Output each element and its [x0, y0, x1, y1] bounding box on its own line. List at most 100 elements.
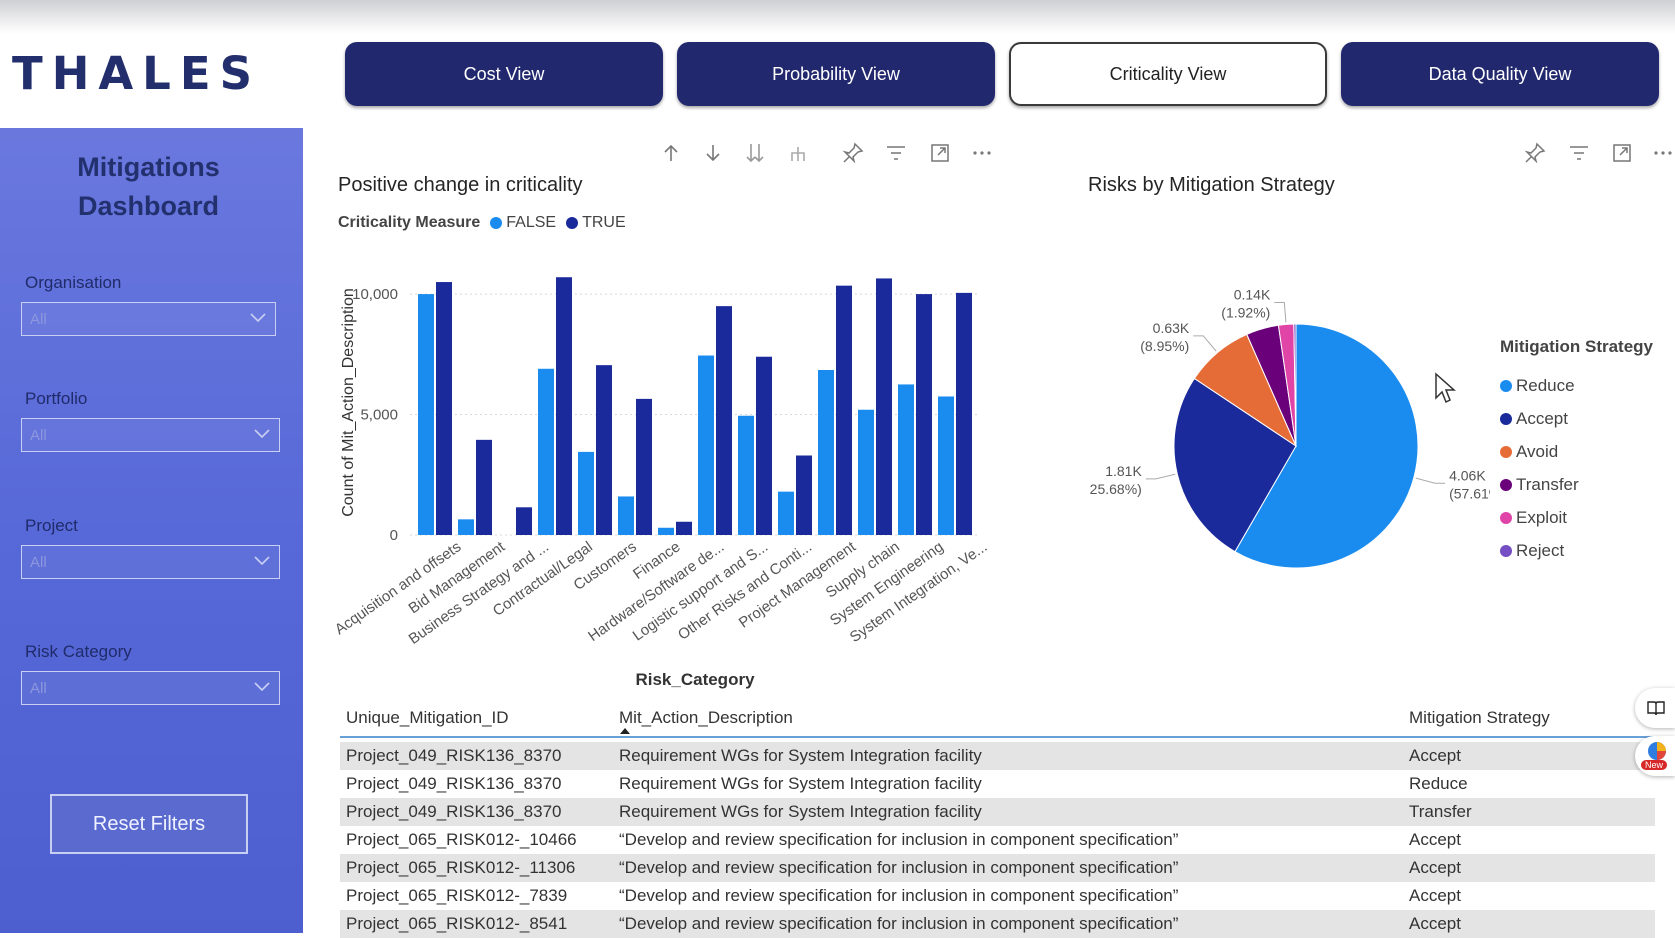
risk-category-dropdown[interactable]: All [21, 671, 280, 705]
table-row[interactable]: Project_049_RISK136_8370 Requirement WGs … [340, 770, 1655, 798]
legend-dot [1500, 544, 1512, 557]
reset-filters-button[interactable]: Reset Filters [50, 794, 248, 854]
filter-icon[interactable] [1567, 141, 1591, 165]
table-cell: Reduce [1409, 774, 1468, 793]
table-row[interactable]: Project_065_RISK012-_7839 “Develop and re… [340, 882, 1655, 910]
bar-true[interactable] [756, 356, 772, 535]
chevron-down-icon [254, 682, 270, 692]
y-axis-label: Count of Mit_Action_Description [340, 288, 357, 517]
bar-false[interactable] [458, 519, 474, 535]
portfolio-dropdown[interactable]: All [21, 418, 280, 452]
pie-leader-line [1415, 477, 1446, 484]
bar-true[interactable] [876, 278, 892, 535]
bar-true[interactable] [836, 285, 852, 535]
bar-false[interactable] [658, 527, 674, 535]
focus-mode-icon[interactable] [928, 141, 952, 165]
bar-true[interactable] [916, 294, 932, 535]
legend-item-accept[interactable]: Accept [1500, 402, 1653, 435]
legend-item-exploit[interactable]: Exploit [1500, 501, 1653, 534]
legend-dot [566, 217, 579, 229]
table-row[interactable]: Project_065_RISK012-_11306 “Develop and r… [340, 854, 1655, 882]
mouse-cursor-icon [1435, 372, 1456, 404]
bar-true[interactable] [636, 398, 652, 535]
more-options-icon[interactable] [970, 141, 994, 165]
pie-leader-line [1145, 473, 1176, 480]
bar-true[interactable] [436, 282, 452, 535]
tab-criticality-view[interactable]: Criticality View [1009, 42, 1327, 106]
table-cell: Accept [1409, 858, 1461, 877]
legend-label: TRUE [582, 214, 626, 231]
thales-logo: THALES [12, 47, 261, 100]
bar-false[interactable] [778, 491, 794, 535]
legend-label: Exploit [1516, 507, 1568, 527]
risk-category-label: Risk Category [25, 642, 132, 661]
bar-false[interactable] [698, 355, 714, 535]
legend-item-avoid[interactable]: Avoid [1500, 435, 1653, 468]
expand-next-level-icon[interactable] [743, 141, 767, 165]
bar-false[interactable] [418, 294, 434, 535]
legend-item-reject[interactable]: Reject [1500, 534, 1653, 567]
new-badge: New [1641, 760, 1668, 770]
table-cell: “Develop and review specification for in… [619, 830, 1179, 849]
bar-true[interactable] [676, 521, 692, 535]
drill-up-icon[interactable] [659, 141, 683, 165]
dashboard-title-line1: Mitigations [77, 152, 220, 182]
pie-data-label: 4.06K [1449, 467, 1486, 483]
bar-true[interactable] [476, 439, 492, 535]
legend-title: Criticality Measure [338, 214, 481, 231]
column-header-description[interactable]: Mit_Action_Description [619, 708, 793, 728]
bar-true[interactable] [596, 365, 612, 535]
legend-item-false[interactable]: FALSE [490, 214, 556, 232]
pin-icon[interactable] [1523, 141, 1547, 165]
table-cell: Project_049_RISK136_8370 [346, 746, 562, 765]
pin-icon[interactable] [841, 141, 865, 165]
project-dropdown[interactable]: All [21, 545, 280, 579]
legend-label: FALSE [506, 214, 557, 231]
portfolio-label: Portfolio [25, 389, 88, 408]
more-options-icon[interactable] [1651, 141, 1675, 165]
new-feature-button[interactable]: New [1635, 736, 1675, 776]
bar-true[interactable] [716, 306, 732, 535]
bar-false[interactable] [898, 384, 914, 535]
bar-true[interactable] [956, 292, 972, 535]
legend-item-transfer[interactable]: Transfer [1500, 468, 1653, 501]
table-row[interactable]: Project_049_RISK136_8370 Requirement WGs … [340, 742, 1655, 770]
table-cell: Project_065_RISK012-_11306 [346, 858, 576, 877]
table-cell: Requirement WGs for System Integration f… [619, 746, 982, 765]
table-body: Project_049_RISK136_8370 Requirement WGs … [340, 742, 1655, 938]
filter-icon[interactable] [884, 141, 908, 165]
expand-hierarchy-icon[interactable] [786, 141, 810, 165]
table-cell: Project_065_RISK012-_10466 [346, 830, 577, 849]
legend-item-reduce[interactable]: Reduce [1500, 369, 1653, 402]
sort-ascending-icon [620, 728, 630, 734]
bar-false[interactable] [818, 369, 834, 535]
tab-probability-view[interactable]: Probability View [677, 42, 995, 106]
focus-mode-icon[interactable] [1610, 141, 1634, 165]
bar-true[interactable] [556, 277, 572, 535]
reading-view-button[interactable] [1635, 688, 1675, 728]
table-cell: “Develop and review specification for in… [619, 886, 1179, 905]
drill-down-icon[interactable] [701, 141, 725, 165]
table-row[interactable]: Project_065_RISK012-_8541 “Develop and re… [340, 910, 1655, 938]
bar-false[interactable] [858, 409, 874, 535]
bar-false[interactable] [578, 451, 594, 535]
bar-true[interactable] [796, 455, 812, 536]
bar-false[interactable] [938, 396, 954, 535]
column-header-id[interactable]: Unique_Mitigation_ID [346, 708, 509, 728]
table-cell: Requirement WGs for System Integration f… [619, 802, 982, 821]
pie-data-percent: (25.68%) [1090, 481, 1142, 497]
tab-cost-view[interactable]: Cost View [345, 42, 663, 106]
bar-true[interactable] [516, 507, 532, 535]
bar-false[interactable] [618, 496, 634, 535]
bar-false[interactable] [738, 415, 754, 535]
legend-dot [490, 217, 503, 229]
column-header-strategy[interactable]: Mitigation Strategy [1409, 708, 1550, 728]
legend-item-true[interactable]: TRUE [566, 214, 626, 232]
table-row[interactable]: Project_065_RISK012-_10466 “Develop and r… [340, 826, 1655, 854]
organisation-dropdown[interactable]: All [21, 302, 276, 336]
bar-chart-legend: Criticality Measure FALSE TRUE [338, 214, 636, 232]
tab-data-quality-view[interactable]: Data Quality View [1341, 42, 1659, 106]
bar-false[interactable] [538, 368, 554, 535]
table-row[interactable]: Project_049_RISK136_8370 Requirement WGs … [340, 798, 1655, 826]
organisation-value: All [30, 311, 47, 328]
